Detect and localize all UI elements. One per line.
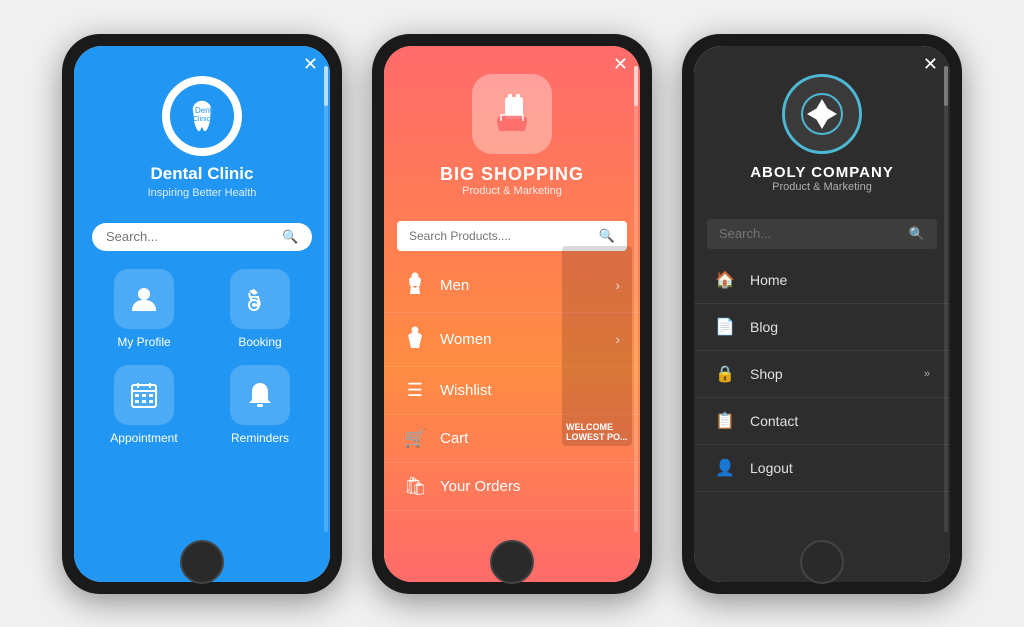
dental-menu-item-booking[interactable]: Booking — [210, 269, 310, 349]
dental-tooth-icon: Dental Clinic — [183, 97, 221, 135]
aboly-shop-label: Shop — [750, 366, 783, 382]
aboly-home-label: Home — [750, 272, 787, 288]
profile-svg-icon — [128, 283, 160, 315]
aboly-tagline: Product & Marketing — [772, 181, 872, 193]
contact-icon: 📋 — [714, 411, 736, 431]
dental-app-name: Dental Clinic — [151, 164, 254, 184]
aboly-search-icon: 🔍 — [909, 226, 925, 242]
shopping-cart-label: Cart — [440, 430, 468, 447]
orders-icon: 🛍 — [404, 476, 426, 497]
aboly-menu-list: 🏠 Home 📄 Blog 🔒 Shop » 📋 Contact — [694, 257, 950, 492]
shopping-bag-hand-icon — [487, 89, 537, 139]
dental-appointment-label: Appointment — [110, 431, 177, 445]
dental-reminders-label: Reminders — [231, 431, 289, 445]
dental-menu-item-reminders[interactable]: Reminders — [210, 365, 310, 445]
dental-tagline: Inspiring Better Health — [148, 187, 257, 199]
aboly-screen-container: ✕ ABOLY COMPAN — [694, 46, 950, 582]
shopping-logo-area: BIG SHOPPING Product & Marketing — [440, 74, 584, 197]
dental-scrollbar[interactable] — [324, 66, 328, 532]
shop-chevron-icon: » — [924, 368, 930, 380]
shopping-logo-icon — [472, 74, 552, 154]
dental-close-button[interactable]: ✕ — [303, 54, 318, 75]
dental-menu-grid: My Profile — [74, 269, 330, 445]
shopping-bg-overlay: WELCOME LOWEST PO... — [562, 246, 632, 446]
dental-booking-label: Booking — [238, 335, 281, 349]
shopping-men-label: Men — [440, 277, 469, 294]
shopping-women-label: Women — [440, 331, 491, 348]
dental-inner-logo: Dental Clinic — [167, 81, 237, 151]
wishlist-icon: ☰ — [404, 380, 426, 401]
shopping-scrollbar[interactable] — [634, 66, 638, 532]
shopping-app-name: BIG SHOPPING — [440, 164, 584, 185]
shop-lock-icon: 🔒 — [714, 364, 736, 384]
shopping-item-orders[interactable]: 🛍 Your Orders — [384, 463, 640, 511]
home-icon: 🏠 — [714, 270, 736, 290]
shopping-close-button[interactable]: ✕ — [613, 54, 628, 75]
aboly-item-contact[interactable]: 📋 Contact — [694, 398, 950, 445]
shopping-search-input[interactable] — [409, 229, 599, 243]
shopping-bg-text: WELCOME — [566, 422, 628, 432]
aboly-item-logout[interactable]: 👤 Logout — [694, 445, 950, 492]
blog-icon: 📄 — [714, 317, 736, 337]
dental-menu-item-appointment[interactable]: Appointment — [94, 365, 194, 445]
phone-shopping: ✕ WELCOME LOWEST PO... — [372, 34, 652, 594]
dental-search-icon: 🔍 — [282, 229, 298, 245]
shopping-screen-container: ✕ WELCOME LOWEST PO... — [384, 46, 640, 582]
shopping-tagline: Product & Marketing — [462, 185, 562, 197]
men-figure-icon — [406, 272, 424, 294]
logout-icon: 👤 — [714, 458, 736, 478]
dental-menu-item-my-profile[interactable]: My Profile — [94, 269, 194, 349]
phone-aboly: ✕ ABOLY COMPAN — [682, 34, 962, 594]
dental-appointment-icon — [114, 365, 174, 425]
phone-dental: ✕ Dental Clinic Dental Cl — [62, 34, 342, 594]
shopping-wishlist-label: Wishlist — [440, 382, 492, 399]
aboly-blog-label: Blog — [750, 319, 778, 335]
dental-screen: ✕ Dental Clinic Dental Cl — [74, 46, 330, 582]
aboly-search-bar[interactable]: 🔍 — [707, 219, 937, 249]
aboly-search-input[interactable] — [719, 226, 909, 241]
aboly-app-store-icon — [799, 91, 845, 137]
women-figure-icon — [406, 326, 424, 348]
cart-icon: 🛒 — [404, 428, 426, 449]
svg-text:Clinic: Clinic — [193, 116, 211, 123]
aboly-close-button[interactable]: ✕ — [923, 54, 938, 75]
women-icon — [404, 326, 426, 353]
dental-search-bar[interactable]: 🔍 — [92, 223, 312, 251]
dental-logo-area: Dental Clinic Dental Clinic Inspiring Be… — [148, 76, 257, 199]
aboly-logo — [782, 74, 862, 154]
booking-svg-icon — [244, 283, 276, 315]
dental-profile-label: My Profile — [117, 335, 170, 349]
shopping-bg-text2: LOWEST PO... — [566, 432, 628, 442]
aboly-item-blog[interactable]: 📄 Blog — [694, 304, 950, 351]
dental-booking-icon — [230, 269, 290, 329]
dental-logo: Dental Clinic — [162, 76, 242, 156]
dental-search-input[interactable] — [106, 229, 282, 244]
aboly-item-home[interactable]: 🏠 Home — [694, 257, 950, 304]
svg-text:Dental: Dental — [195, 106, 218, 115]
aboly-logout-label: Logout — [750, 460, 793, 476]
reminders-svg-icon — [245, 380, 275, 410]
aboly-logo-area: ABOLY COMPANY Product & Marketing — [750, 74, 894, 193]
dental-reminders-icon — [230, 365, 290, 425]
dental-profile-icon — [114, 269, 174, 329]
aboly-contact-label: Contact — [750, 413, 798, 429]
aboly-item-shop[interactable]: 🔒 Shop » — [694, 351, 950, 398]
aboly-app-name: ABOLY COMPANY — [750, 164, 894, 181]
aboly-scrollbar[interactable] — [944, 66, 948, 532]
appointment-svg-icon — [129, 380, 159, 410]
men-icon — [404, 272, 426, 299]
scene: ✕ Dental Clinic Dental Cl — [0, 0, 1024, 627]
shopping-orders-label: Your Orders — [440, 478, 520, 495]
shopping-search-icon: 🔍 — [599, 228, 615, 244]
